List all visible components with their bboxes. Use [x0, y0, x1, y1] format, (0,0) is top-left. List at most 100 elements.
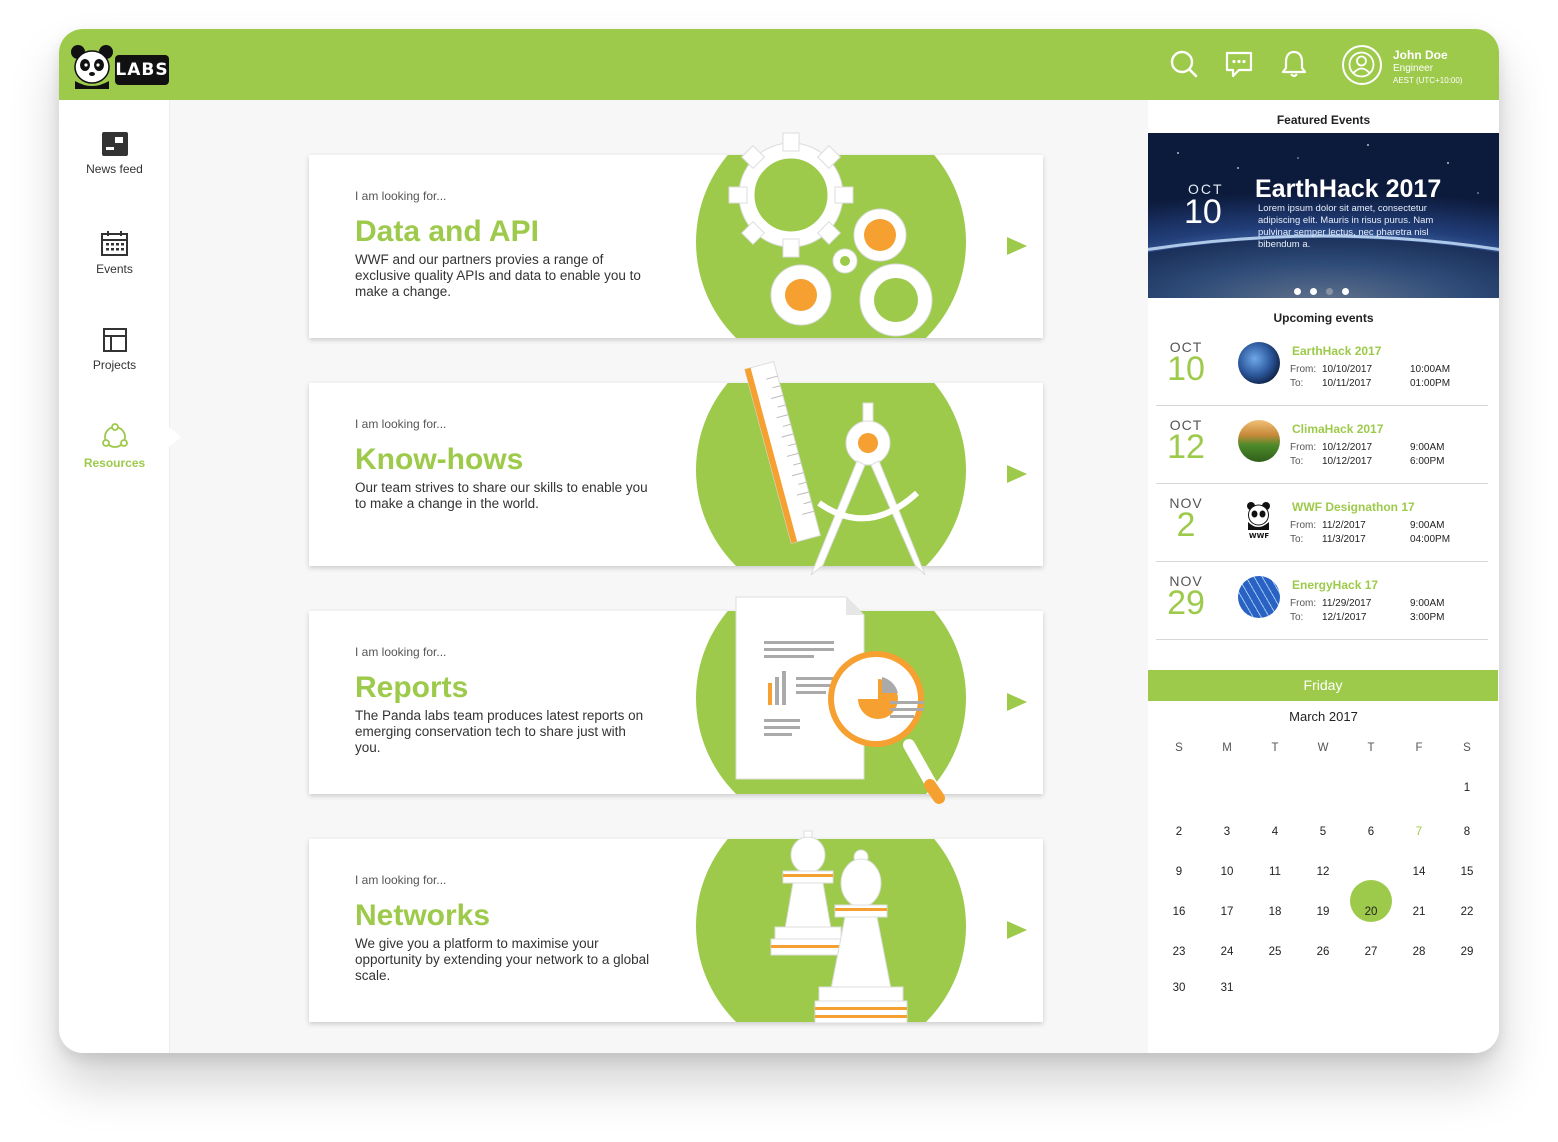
calendar-day[interactable]: 2 — [1159, 826, 1199, 838]
active-indicator — [169, 427, 181, 447]
calendar-day[interactable]: 12 — [1303, 866, 1343, 878]
card-arrow-icon[interactable] — [1007, 921, 1027, 939]
resource-card-networks[interactable]: I am looking for... Networks We give you… — [309, 830, 1043, 1024]
calendar-day[interactable]: 8 — [1447, 826, 1487, 838]
sidebar-item-projects[interactable]: Projects — [59, 328, 170, 372]
chat-icon[interactable] — [1224, 49, 1254, 79]
event-name[interactable]: ClimaHack 2017 — [1292, 422, 1383, 436]
calendar-day[interactable]: 6 — [1351, 826, 1391, 838]
svg-text:WWF: WWF — [1249, 532, 1269, 540]
search-icon[interactable] — [1169, 49, 1199, 79]
earth-thumbnail — [1238, 342, 1280, 384]
sidebar-item-resources[interactable]: Resources — [59, 422, 170, 470]
calendar-day[interactable]: 1 — [1447, 782, 1487, 794]
card-kicker: I am looking for... — [355, 645, 447, 659]
event-item[interactable]: NOV 2 WWF WWF Designathon 17 From: 11/2/2… — [1156, 484, 1488, 562]
event-from-date: 10/10/2017 — [1322, 364, 1373, 375]
sidebar: News feed Events Projects Resources — [59, 100, 181, 1053]
panda-logo-icon — [71, 45, 113, 89]
card-title: Reports — [355, 671, 469, 704]
calendar-day[interactable]: 24 — [1207, 946, 1247, 958]
avatar[interactable] — [1342, 45, 1382, 85]
wwf-logo-thumbnail: WWF — [1238, 498, 1280, 540]
calendar-day-selected[interactable]: 13 — [1351, 866, 1391, 878]
calendar-day[interactable]: 10 — [1207, 866, 1247, 878]
calendar-dow-label: T — [1367, 742, 1375, 754]
to-label: To: — [1290, 534, 1304, 545]
event-to-time: 04:00PM — [1410, 534, 1451, 545]
event-day: 29 — [1167, 584, 1205, 622]
calendar-day[interactable]: 11 — [1255, 866, 1295, 878]
carousel-dot[interactable] — [1342, 288, 1349, 295]
calendar-day[interactable]: 22 — [1447, 906, 1487, 918]
calendar-day[interactable]: 5 — [1303, 826, 1343, 838]
calendar-day[interactable]: 23 — [1159, 946, 1199, 958]
calendar-month-label[interactable]: March 2017 — [1148, 709, 1499, 724]
calendar-day[interactable]: 16 — [1159, 906, 1199, 918]
carousel-dot-active[interactable] — [1326, 288, 1333, 295]
calendar-day[interactable]: 28 — [1399, 946, 1439, 958]
resource-card-data-api[interactable]: I am looking for... Data and API WWF and… — [309, 132, 1043, 338]
sidebar-item-events[interactable]: Events — [59, 230, 170, 276]
card-description: The Panda labs team produces latest repo… — [355, 708, 644, 755]
calendar-dow-label: F — [1415, 742, 1423, 754]
labs-logo[interactable]: LABS — [69, 43, 169, 89]
resource-card-reports[interactable]: I am looking for... Reports The Panda la… — [309, 596, 1043, 804]
newsfeed-icon — [101, 132, 128, 156]
event-to-time: 3:00PM — [1410, 612, 1445, 623]
card-title: Networks — [355, 899, 491, 932]
featured-heading: Featured Events — [1276, 113, 1371, 127]
gears-icon — [728, 132, 933, 337]
card-arrow-icon[interactable] — [1007, 465, 1027, 483]
calendar-day[interactable]: 3 — [1207, 826, 1247, 838]
carousel-dot[interactable] — [1294, 288, 1301, 295]
calendar-day[interactable]: 21 — [1399, 906, 1439, 918]
sidebar-item-label: Projects — [92, 358, 137, 372]
sidebar-item-news-feed[interactable]: News feed — [59, 132, 170, 176]
event-item[interactable]: NOV 29 EnergyHack 17 From: 11/29/2017 9:00… — [1156, 562, 1488, 640]
event-name[interactable]: WWF Designathon 17 — [1292, 500, 1415, 514]
calendar-day[interactable]: 7 — [1399, 826, 1439, 838]
calendar-day[interactable]: 17 — [1207, 906, 1247, 918]
card-arrow-icon[interactable] — [1007, 693, 1027, 711]
calendar-day[interactable]: 18 — [1255, 906, 1295, 918]
event-day: 12 — [1167, 428, 1205, 466]
card-arrow-icon[interactable] — [1007, 237, 1027, 255]
bell-icon[interactable] — [1279, 49, 1309, 79]
event-name[interactable]: EarthHack 2017 — [1292, 344, 1381, 358]
carousel-dot[interactable] — [1310, 288, 1317, 295]
event-name[interactable]: EnergyHack 17 — [1292, 578, 1378, 592]
event-item[interactable]: OCT 12 ClimaHack 2017 From: 10/12/2017 9:0… — [1156, 406, 1488, 484]
event-to-time: 01:00PM — [1410, 378, 1451, 389]
featured-description: Lorem ipsum dolor sit amet, consectetur … — [1258, 203, 1434, 250]
calendar-day[interactable]: 26 — [1303, 946, 1343, 958]
calendar-day[interactable]: 20 — [1351, 906, 1391, 918]
card-title: Data and API — [355, 215, 539, 248]
user-name[interactable]: John Doe — [1393, 48, 1448, 62]
featured-event-banner[interactable]: OCT 10 EarthHack 2017 Lorem ipsum dolor … — [1148, 133, 1499, 298]
calendar-day[interactable]: 31 — [1207, 982, 1247, 994]
event-item[interactable]: OCT 10 EarthHack 2017 From: 10/10/2017 10:… — [1156, 328, 1488, 406]
calendar-day[interactable]: 27 — [1351, 946, 1391, 958]
chess-pieces-icon — [770, 830, 908, 1024]
calendar-day[interactable]: 15 — [1447, 866, 1487, 878]
calendar-day[interactable]: 25 — [1255, 946, 1295, 958]
calendar-day[interactable]: 29 — [1447, 946, 1487, 958]
resource-card-know-hows[interactable]: I am looking for... Know-hows Our team s… — [309, 360, 1043, 576]
calendar-day[interactable]: 4 — [1255, 826, 1295, 838]
calendar-day[interactable]: 19 — [1303, 906, 1343, 918]
event-day: 2 — [1176, 506, 1196, 544]
to-label: To: — [1290, 612, 1304, 623]
calendar-day[interactable]: 30 — [1159, 982, 1199, 994]
calendar-day[interactable]: 9 — [1159, 866, 1199, 878]
to-label: To: — [1290, 456, 1304, 467]
calendar-icon — [101, 231, 128, 256]
card-kicker: I am looking for... — [355, 873, 447, 887]
calendar-dow-label: S — [1463, 742, 1471, 754]
event-from-time: 9:00AM — [1410, 520, 1445, 531]
solar-panel-thumbnail — [1238, 576, 1280, 618]
carousel-dots — [1294, 282, 1358, 298]
from-label: From: — [1290, 442, 1317, 453]
calendar-day[interactable]: 14 — [1399, 866, 1439, 878]
event-from-date: 10/12/2017 — [1322, 442, 1373, 453]
